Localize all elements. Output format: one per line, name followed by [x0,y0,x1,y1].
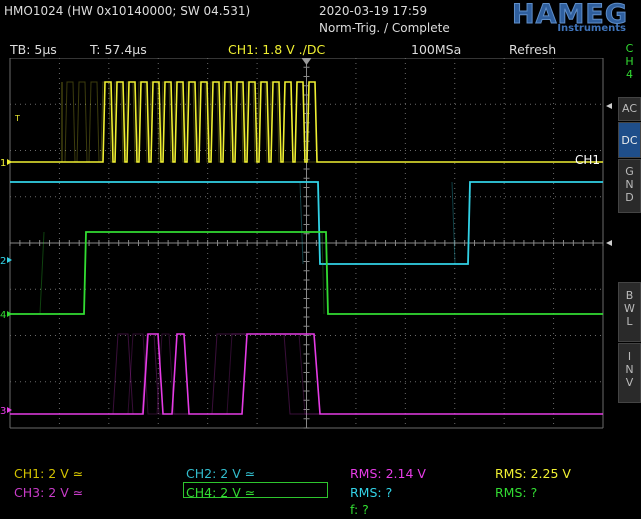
coupling-ac-button[interactable]: AC [618,97,641,121]
ch2-ghost-edge [299,181,304,265]
ch4-ghost-edge [39,231,45,315]
inv-letter: I [627,350,632,363]
frequency-measurement: f: ? [350,502,369,517]
bwl-letter: B [625,289,634,302]
bwl-letter: L [626,315,633,328]
gnd-letter: D [625,191,634,204]
ch1-trigger-readout[interactable]: CH1: 1.8 V ./DC [228,42,325,57]
rms-measurement-d: RMS: ? [495,485,538,500]
coupling-dc-button[interactable]: DC [618,122,641,158]
channel-ground-marker: 4 [0,310,6,321]
ch1-scale[interactable]: CH1: 2 V ≃ [14,466,83,481]
invert-button[interactable]: I N V [618,343,641,403]
hameg-logo: HAMEG Instruments [450,0,630,38]
trigger-time-readout[interactable]: T: 57.4µs [90,42,147,57]
gnd-letter: G [625,165,634,178]
ch3-ghost-trace [127,333,588,415]
device-info: HMO1024 (HW 0x10140000; SW 04.531) [4,4,251,18]
bandwidth-limit-button[interactable]: B W L [618,282,641,342]
inv-letter: N [625,363,634,376]
ch2-scale[interactable]: CH2: 2 V ≃ [186,466,255,481]
ch4-scale[interactable]: CH4: 2 V ≃ [186,485,255,500]
bwl-letter: W [624,302,635,315]
ch4-ghost-edge [321,231,325,315]
trigger-level-marker: T [14,114,20,123]
logo-subtext: Instruments [557,23,626,34]
ch-letter: 4 [626,68,633,81]
gnd-letter: N [625,178,634,191]
ch1-trace-label: CH1 [575,153,600,167]
rms-measurement-a: RMS: 2.14 V [350,466,426,481]
channel-select-indicator[interactable]: C H 4 [618,42,641,92]
datetime: 2020-03-19 17:59 [319,4,428,18]
channel-ground-marker: 3 [0,406,6,417]
sample-rate-readout: 100MSa [411,42,462,57]
rms-measurement-b: RMS: 2.25 V [495,466,571,481]
inv-letter: V [625,376,634,389]
ch-letter: C [625,42,634,55]
trigger-status: Norm-Trig. / Complete [319,21,450,35]
coupling-gnd-button[interactable]: G N D [618,159,641,213]
oscilloscope-screen[interactable]: 1 2 4 3 CH1 T [0,58,641,430]
trigger-position-marker [301,58,312,65]
channel-ground-marker: 1 [0,158,6,169]
ch-letter: H [625,55,634,68]
graticule [9,58,604,429]
ch3-scale[interactable]: CH3: 2 V ≃ [14,485,83,500]
right-level-arrow [606,103,612,109]
acquisition-mode[interactable]: Refresh [509,42,556,57]
right-level-arrow [606,240,612,246]
channel-ground-marker: 2 [0,256,6,267]
timebase-readout[interactable]: TB: 5µs [10,42,57,57]
rms-measurement-c: RMS: ? [350,485,393,500]
